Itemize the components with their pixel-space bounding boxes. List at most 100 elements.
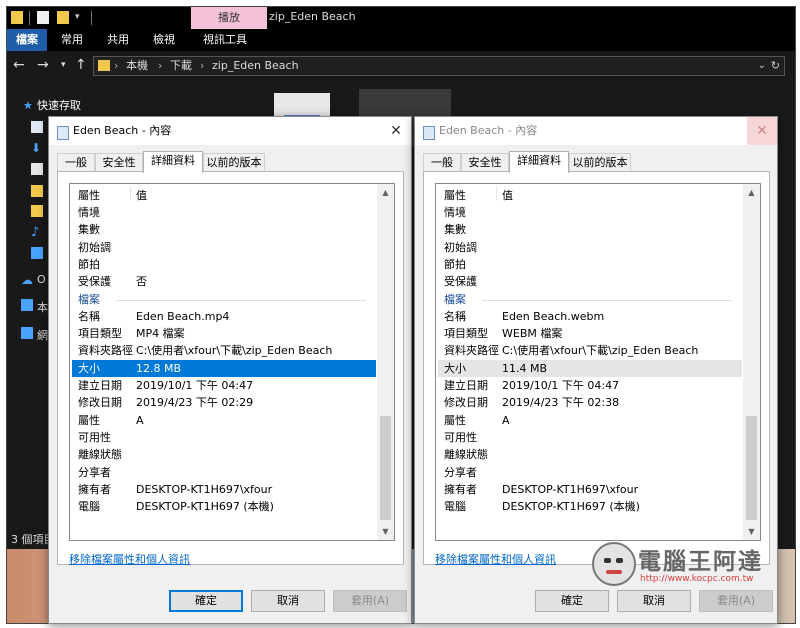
up-arrow-icon[interactable]: ↑ [75, 55, 87, 75]
folder-icon[interactable] [31, 185, 43, 197]
tab-security[interactable]: 安全性 [95, 153, 143, 172]
tab-general[interactable]: 一般 [57, 153, 95, 172]
property-row[interactable]: 項目類型 MP4 檔案 [72, 325, 376, 342]
address-dropdown-icon[interactable]: ⌄ [758, 57, 766, 75]
property-row[interactable]: 項目類型 WEBM 檔案 [438, 325, 742, 342]
tab-security[interactable]: 安全性 [461, 153, 509, 172]
property-row[interactable]: 受保護 否 [72, 273, 376, 290]
property-row[interactable]: 集數 [438, 221, 742, 238]
property-row[interactable]: 節拍 [72, 256, 376, 273]
property-row[interactable]: 資料夾路徑 C:\使用者\xfour\下載\zip_Eden Beach [72, 342, 376, 359]
property-row[interactable]: 修改日期 2019/4/23 下午 02:38 [438, 394, 742, 411]
close-icon[interactable]: ✕ [747, 117, 777, 145]
customize-qat-icon[interactable]: ▾ [75, 11, 87, 24]
property-row[interactable]: 情境 [438, 204, 742, 221]
ok-button[interactable]: 確定 [169, 590, 243, 612]
properties-icon[interactable] [37, 11, 49, 24]
apply-button[interactable]: 套用(A) [699, 590, 773, 612]
scroll-down-icon[interactable]: ▼ [377, 523, 394, 540]
cancel-button[interactable]: 取消 [251, 590, 325, 612]
section-header[interactable]: 檔案 [72, 291, 376, 308]
refresh-icon[interactable]: ↻ [771, 57, 780, 75]
tab-previous-versions[interactable]: 以前的版本 [569, 153, 631, 172]
tab-share[interactable]: 共用 [101, 29, 135, 51]
column-header-value[interactable]: 值 [136, 187, 147, 203]
remove-properties-link[interactable]: 移除檔案屬性和個人資訊 [69, 551, 190, 567]
onedrive-icon[interactable]: ☁ [21, 273, 33, 287]
tab-home[interactable]: 常用 [55, 29, 89, 51]
cancel-button[interactable]: 取消 [617, 590, 691, 612]
property-row[interactable]: 建立日期 2019/10/1 下午 04:47 [438, 377, 742, 394]
property-row[interactable]: 擁有者 DESKTOP-KT1H697\xfour [72, 481, 376, 498]
this-pc-icon[interactable] [21, 299, 33, 311]
breadcrumb-this-pc[interactable]: 本機 [126, 57, 148, 75]
network-icon[interactable] [21, 327, 33, 339]
column-divider[interactable] [130, 186, 131, 200]
property-row[interactable]: 電腦 DESKTOP-KT1H697 (本機) [72, 498, 376, 515]
property-row[interactable]: 離線狀態 [72, 446, 376, 463]
apply-button[interactable]: 套用(A) [333, 590, 407, 612]
tab-video-tools[interactable]: 視訊工具 [195, 29, 255, 51]
column-divider[interactable] [496, 186, 497, 200]
property-row[interactable]: 可用性 [438, 429, 742, 446]
property-row[interactable]: 名稱 Eden Beach.mp4 [72, 308, 376, 325]
property-row[interactable]: 名稱 Eden Beach.webm [438, 308, 742, 325]
address-bar[interactable]: › 本機 › 下載 › zip_Eden Beach ⌄ ↻ [93, 56, 785, 76]
tab-details[interactable]: 詳細資料 [509, 151, 569, 173]
tab-file[interactable]: 檔案 [7, 29, 47, 51]
property-list[interactable]: 屬性 值 情境 集數 初始調 節拍 受保護 檔案 名稱 Eden Beach.webm 項目類型… [435, 183, 761, 541]
close-icon[interactable]: ✕ [381, 117, 411, 145]
property-row[interactable]: 集數 [72, 221, 376, 238]
property-row[interactable]: 屬性 A [72, 412, 376, 429]
folder-icon[interactable] [31, 205, 43, 217]
property-row[interactable]: 情境 [72, 204, 376, 221]
property-row[interactable]: 離線狀態 [438, 446, 742, 463]
property-row[interactable]: 受保護 [438, 273, 742, 290]
desktop-icon[interactable] [31, 121, 43, 133]
tab-previous-versions[interactable]: 以前的版本 [203, 153, 265, 172]
column-header-value[interactable]: 值 [502, 187, 513, 203]
property-row[interactable]: 可用性 [72, 429, 376, 446]
scroll-thumb[interactable] [746, 416, 757, 520]
property-row[interactable]: 初始調 [438, 239, 742, 256]
scroll-up-icon[interactable]: ▲ [377, 184, 394, 201]
scroll-up-icon[interactable]: ▲ [743, 184, 760, 201]
section-header[interactable]: 檔案 [438, 291, 742, 308]
document-icon[interactable] [31, 163, 43, 175]
column-header-property[interactable]: 屬性 [444, 187, 466, 203]
context-tab-play[interactable]: 播放 [191, 7, 267, 29]
property-row[interactable]: 屬性 A [438, 412, 742, 429]
video-icon[interactable] [31, 247, 43, 259]
nav-onedrive[interactable]: O [37, 273, 46, 286]
back-arrow-icon[interactable]: ← [13, 55, 25, 75]
breadcrumb-downloads[interactable]: 下載 [170, 57, 192, 75]
scroll-thumb[interactable] [380, 416, 391, 520]
nav-this-pc[interactable]: 本 [37, 299, 48, 315]
property-row[interactable]: 建立日期 2019/10/1 下午 04:47 [72, 377, 376, 394]
music-icon[interactable]: ♪ [31, 225, 43, 240]
download-icon[interactable]: ⬇ [31, 141, 43, 155]
property-row[interactable]: 分享者 [72, 464, 376, 481]
recent-locations-icon[interactable]: ▾ [61, 55, 66, 75]
new-folder-icon[interactable] [57, 11, 69, 24]
vertical-scrollbar[interactable]: ▲ ▼ [377, 184, 394, 540]
property-row[interactable]: 初始調 [72, 239, 376, 256]
nav-quick-access[interactable]: 快速存取 [37, 97, 81, 113]
forward-arrow-icon[interactable]: → [37, 55, 49, 75]
property-row[interactable]: 修改日期 2019/4/23 下午 02:29 [72, 394, 376, 411]
tab-details[interactable]: 詳細資料 [143, 151, 203, 173]
column-header-property[interactable]: 屬性 [78, 187, 100, 203]
property-list[interactable]: 屬性 值 情境 集數 初始調 節拍 受保護 否檔案 名稱 Eden Beach.mp4 項目類型… [69, 183, 395, 541]
tab-general[interactable]: 一般 [423, 153, 461, 172]
nav-network[interactable]: 網 [37, 327, 48, 343]
property-row[interactable]: 電腦 DESKTOP-KT1H697 (本機) [438, 498, 742, 515]
tab-view[interactable]: 檢視 [147, 29, 181, 51]
property-row[interactable]: 節拍 [438, 256, 742, 273]
property-row[interactable]: 分享者 [438, 464, 742, 481]
property-row[interactable]: 大小 11.4 MB [438, 359, 742, 377]
breadcrumb-folder[interactable]: zip_Eden Beach [212, 57, 299, 75]
property-row[interactable]: 大小 12.8 MB [72, 359, 376, 377]
remove-properties-link[interactable]: 移除檔案屬性和個人資訊 [435, 551, 556, 567]
property-row[interactable]: 擁有者 DESKTOP-KT1H697\xfour [438, 481, 742, 498]
property-row[interactable]: 資料夾路徑 C:\使用者\xfour\下載\zip_Eden Beach [438, 342, 742, 359]
